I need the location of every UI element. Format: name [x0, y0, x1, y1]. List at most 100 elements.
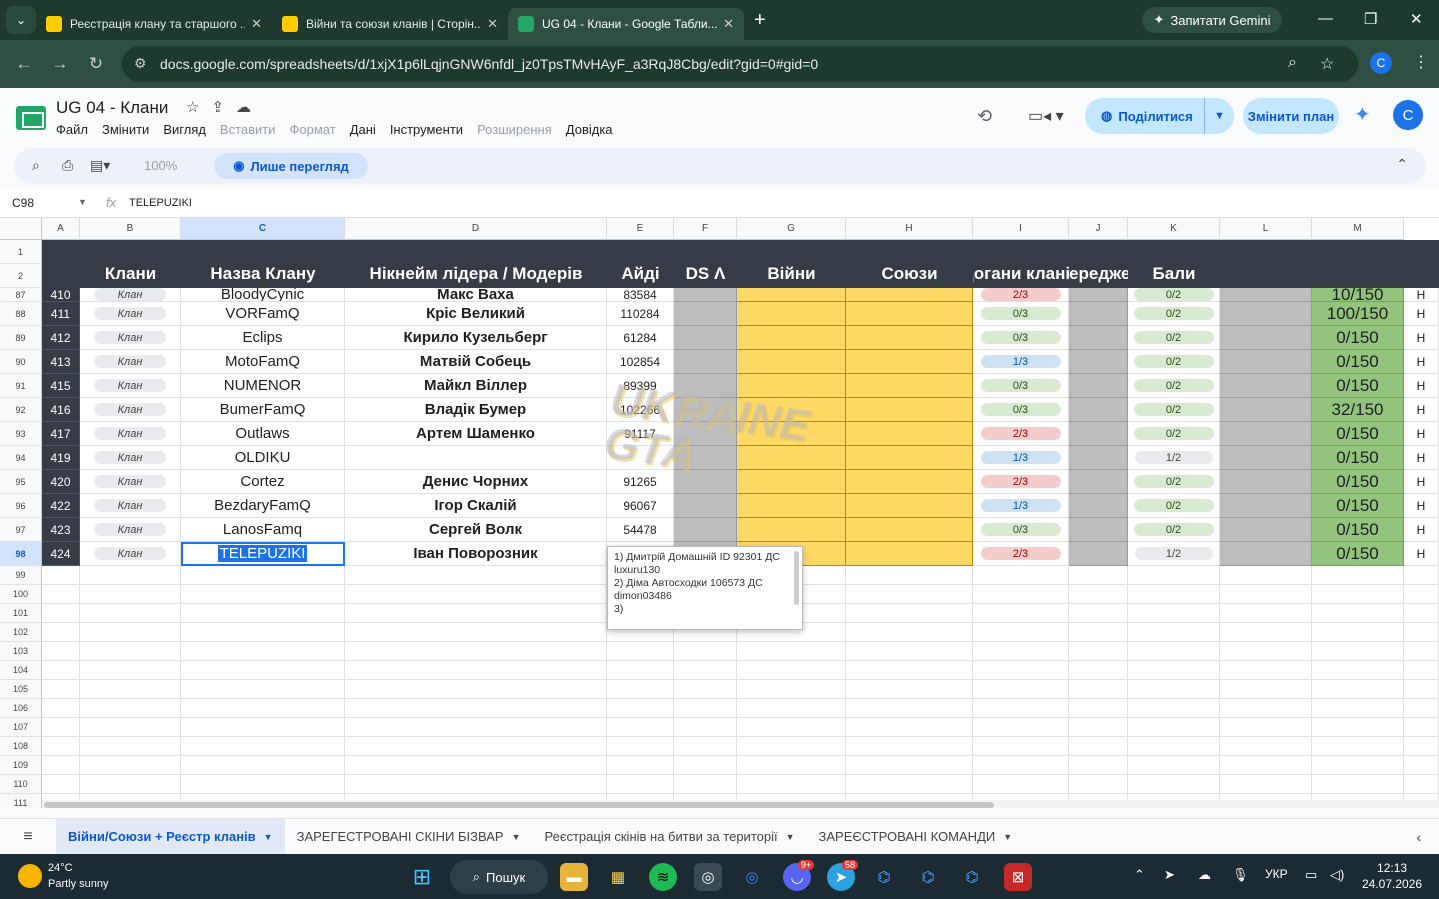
overflow-cell[interactable]: Н [1404, 302, 1439, 326]
clan-number-cell[interactable]: 410 [42, 288, 80, 302]
empty-cell[interactable] [42, 737, 80, 756]
store-icon[interactable]: ▦ [604, 863, 632, 891]
clan-id-cell[interactable]: 83584 [607, 288, 674, 302]
warnings-cell[interactable]: 2/3 [973, 542, 1069, 566]
leader-cell[interactable] [345, 446, 607, 470]
clan-type-chip[interactable]: Клан [94, 427, 166, 440]
clan-number-cell[interactable]: 412 [42, 326, 80, 350]
row-header[interactable]: 87 [0, 288, 42, 302]
empty-cell[interactable] [1069, 699, 1128, 718]
clan-type-cell[interactable]: Клан [80, 494, 181, 518]
empty-cell[interactable] [737, 756, 846, 775]
empty-cell[interactable] [1128, 585, 1220, 604]
column-header-m[interactable]: M [1312, 218, 1404, 240]
browser-profile-avatar[interactable]: C [1370, 52, 1392, 74]
empty-cell[interactable] [345, 737, 607, 756]
warnings-cell[interactable]: 1/3 [973, 350, 1069, 374]
search-menus-icon[interactable]: ⌕ [32, 157, 40, 174]
empty-cell[interactable] [1312, 642, 1404, 661]
clan-id-cell[interactable]: 96067 [607, 494, 674, 518]
leader-cell[interactable]: Майкл Віллер [345, 374, 607, 398]
leader-cell[interactable]: Владік Бумер [345, 398, 607, 422]
warning-chip[interactable]: 1/3 [980, 355, 1061, 368]
caution-cell[interactable]: 0/2 [1128, 374, 1220, 398]
column-header-c[interactable]: C [181, 218, 345, 240]
caution-cell[interactable]: 0/2 [1128, 494, 1220, 518]
empty-cell[interactable] [607, 699, 674, 718]
empty-cell[interactable] [1220, 718, 1312, 737]
empty-cell[interactable] [973, 642, 1069, 661]
clan-name-cell[interactable]: NUMENOR [181, 374, 345, 398]
empty-cell[interactable] [80, 661, 181, 680]
empty-cell[interactable] [42, 566, 80, 585]
wars-cell[interactable] [737, 302, 846, 326]
empty-cell[interactable] [846, 737, 973, 756]
column-header-b[interactable]: B [80, 218, 181, 240]
warnings-cell[interactable]: 0/3 [973, 302, 1069, 326]
row-header[interactable]: 88 [0, 302, 42, 326]
empty-cell[interactable] [674, 680, 737, 699]
alliances-cell[interactable] [846, 518, 973, 542]
empty-cell[interactable] [181, 775, 345, 794]
clan-id-cell[interactable]: 61284 [607, 326, 674, 350]
leader-cell[interactable]: Артем Шаменко [345, 422, 607, 446]
clan-id-cell[interactable]: 110284 [607, 302, 674, 326]
empty-cell[interactable] [674, 699, 737, 718]
row-header[interactable]: 97 [0, 518, 42, 542]
empty-cell[interactable] [1404, 642, 1439, 661]
reload-icon[interactable]: ↻ [78, 54, 114, 74]
row-header[interactable]: 99 [0, 566, 42, 585]
weather-widget[interactable]: 24°C Partly sunny [18, 860, 109, 892]
overflow-cell[interactable]: Н [1404, 350, 1439, 374]
change-plan-button[interactable]: Змінити план [1243, 98, 1339, 134]
empty-cell[interactable] [42, 604, 80, 623]
row-header[interactable]: 103 [0, 642, 42, 661]
caution-cell[interactable]: 0/2 [1128, 350, 1220, 374]
close-tab-icon[interactable]: ✕ [251, 16, 262, 32]
empty-cell[interactable] [674, 756, 737, 775]
chevron-down-icon[interactable]: ▼ [1003, 832, 1012, 842]
caution-chip[interactable]: 0/2 [1133, 499, 1214, 512]
minimize-icon[interactable]: — [1318, 10, 1333, 27]
leader-cell[interactable]: Ігор Скалій [345, 494, 607, 518]
column-header-g[interactable]: G [737, 218, 846, 240]
empty-cell[interactable] [42, 585, 80, 604]
clan-type-cell[interactable]: Клан [80, 422, 181, 446]
caution-cell[interactable]: 1/2 [1128, 542, 1220, 566]
empty-cell[interactable] [1312, 699, 1404, 718]
empty-cell[interactable] [181, 661, 345, 680]
caution-chip[interactable]: 0/2 [1133, 355, 1214, 368]
leader-cell[interactable]: Матвій Собець [345, 350, 607, 374]
empty-cell[interactable] [345, 756, 607, 775]
empty-cell[interactable] [42, 756, 80, 775]
empty-cell[interactable] [80, 737, 181, 756]
close-tab-icon[interactable]: ✕ [487, 16, 498, 32]
clan-type-chip[interactable]: Клан [94, 355, 166, 368]
empty-cell[interactable] [973, 566, 1069, 585]
collapse-menus-icon[interactable]: ⌃ [1396, 156, 1408, 173]
overflow-cell[interactable]: Н [1404, 518, 1439, 542]
select-all-corner[interactable] [0, 218, 42, 240]
empty-cell[interactable] [1404, 604, 1439, 623]
empty-cell[interactable] [973, 623, 1069, 642]
empty-cell[interactable] [846, 661, 973, 680]
empty-cell[interactable] [1128, 775, 1220, 794]
empty-cell[interactable] [1312, 661, 1404, 680]
empty-cell[interactable] [80, 756, 181, 775]
overflow-cell[interactable]: Н [1404, 446, 1439, 470]
warning-chip[interactable]: 0/3 [980, 403, 1061, 416]
empty-cell[interactable] [42, 661, 80, 680]
empty-cell[interactable] [674, 775, 737, 794]
empty-cell[interactable] [607, 642, 674, 661]
back-icon[interactable]: ← [6, 54, 42, 74]
empty-cell[interactable] [973, 775, 1069, 794]
close-window-icon[interactable]: ✕ [1410, 10, 1423, 28]
chrome-icon[interactable]: ◎ [738, 863, 766, 891]
empty-cell[interactable] [80, 566, 181, 585]
empty-cell[interactable] [1220, 623, 1312, 642]
empty-cell[interactable] [181, 585, 345, 604]
column-header-a[interactable]: A [42, 218, 80, 240]
caution-chip[interactable]: 0/2 [1133, 307, 1214, 320]
score-cell[interactable]: 32/150 [1312, 398, 1404, 422]
column-header-j[interactable]: J [1069, 218, 1128, 240]
